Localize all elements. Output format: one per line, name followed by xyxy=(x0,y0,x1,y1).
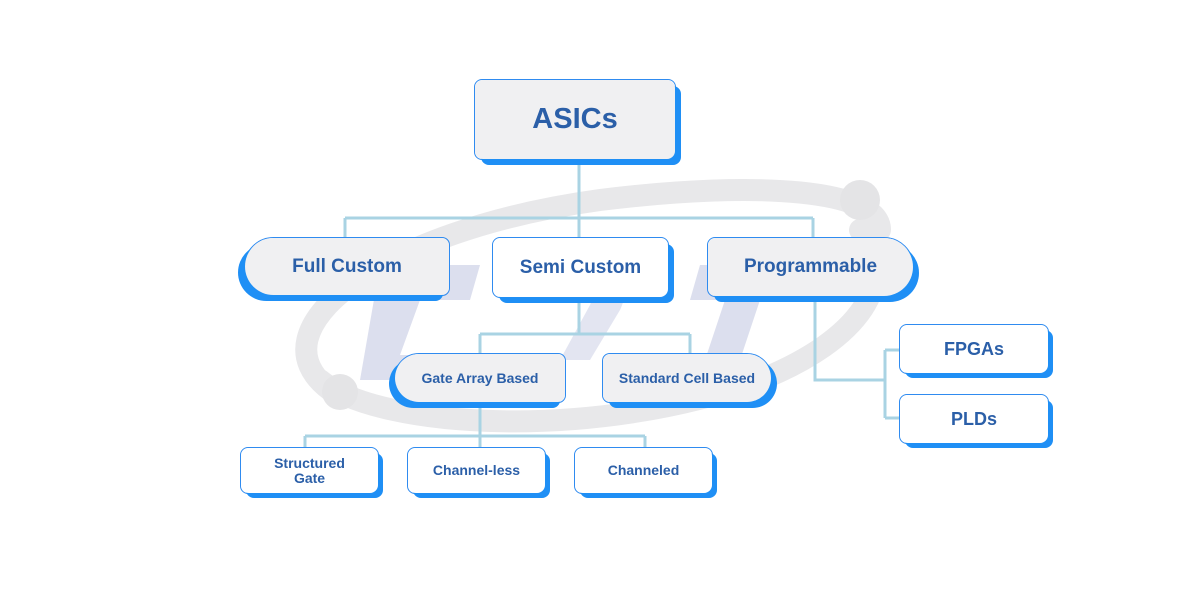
connector-programmable-down xyxy=(813,302,900,420)
node-label: Semi Custom xyxy=(519,256,642,278)
connector-gate-down xyxy=(303,405,647,450)
node-full-custom[interactable]: Full Custom xyxy=(238,237,450,301)
node-label: Structured Gate xyxy=(274,454,345,486)
node-label: Channel-less xyxy=(432,462,521,479)
node-label: Gate Array Based xyxy=(421,369,539,386)
node-structured-gate[interactable]: Structured Gate xyxy=(240,447,383,498)
node-programmable[interactable]: Programmable xyxy=(707,237,919,302)
node-label: ASICs xyxy=(532,103,618,136)
node-label: Standard Cell Based xyxy=(618,369,756,386)
node-label: Programmable xyxy=(743,256,878,278)
node-gate-array-based[interactable]: Gate Array Based xyxy=(389,353,566,408)
node-channeled[interactable]: Channeled xyxy=(574,447,717,498)
node-fpgas[interactable]: FPGAs xyxy=(899,324,1053,378)
node-label: PLDs xyxy=(950,408,997,429)
node-label: FPGAs xyxy=(943,338,1004,359)
node-plds[interactable]: PLDs xyxy=(899,394,1053,448)
node-asics[interactable]: ASICs xyxy=(474,79,681,165)
node-label: Full Custom xyxy=(292,255,402,277)
node-label: Channeled xyxy=(607,462,680,479)
node-semi-custom[interactable]: Semi Custom xyxy=(492,237,674,303)
node-standard-cell-based[interactable]: Standard Cell Based xyxy=(602,353,777,408)
node-channel-less[interactable]: Channel-less xyxy=(407,447,550,498)
connector-semi-down xyxy=(478,302,692,355)
